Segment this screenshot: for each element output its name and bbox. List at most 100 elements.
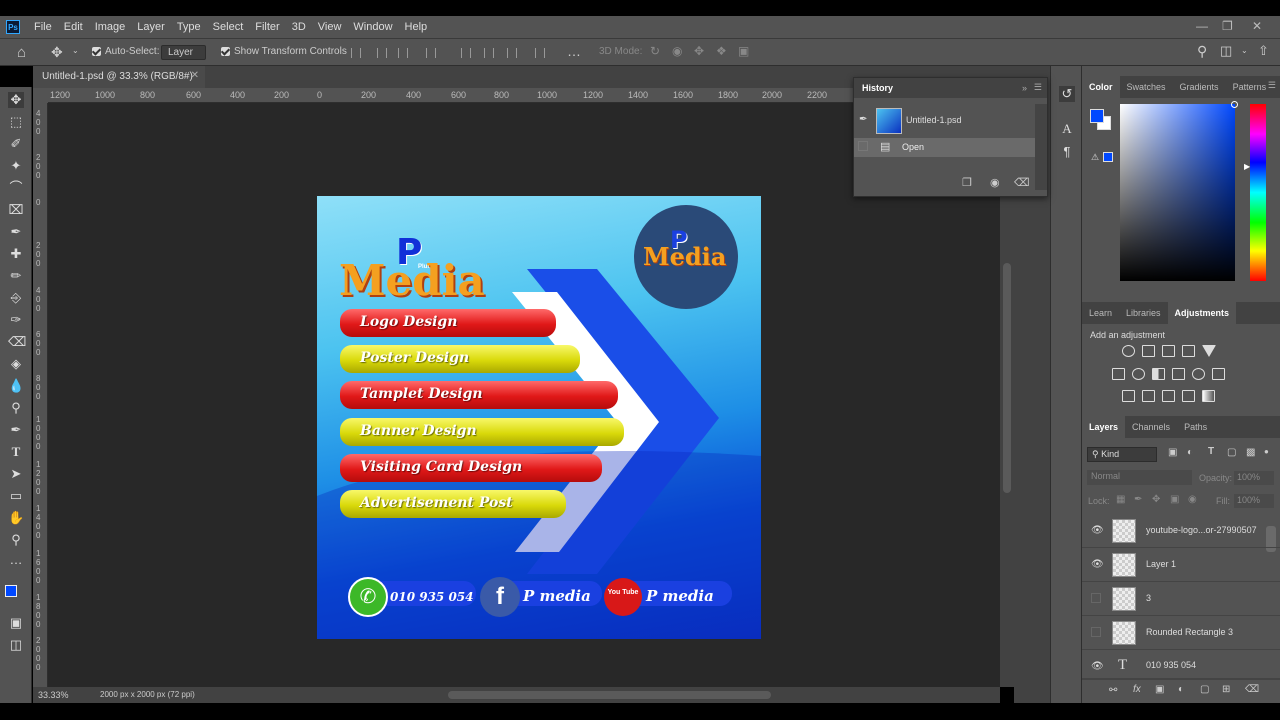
stamp-tool-icon[interactable]: ⎆ — [8, 290, 24, 306]
filter-adjustment-icon[interactable]: ◐ — [1187, 447, 1193, 458]
vibrance-icon[interactable] — [1202, 345, 1216, 357]
layer-row[interactable]: 👁 T 010 935 054 — [1082, 650, 1280, 680]
invert-icon[interactable] — [1122, 390, 1135, 402]
channel-mixer-icon[interactable] — [1192, 368, 1205, 380]
trash-icon[interactable]: ⌫ — [1014, 176, 1030, 189]
tab-libraries[interactable]: Libraries — [1119, 302, 1168, 324]
align-bottom-icon[interactable] — [507, 48, 517, 58]
color-picker-field[interactable] — [1120, 101, 1238, 281]
3d-orbit-icon[interactable]: ↻ — [650, 44, 660, 58]
align-middle-icon[interactable] — [484, 48, 494, 58]
color-balance-icon[interactable] — [1132, 368, 1145, 380]
brightness-contrast-icon[interactable] — [1122, 345, 1135, 357]
align-center-icon[interactable] — [377, 48, 387, 58]
eye-icon[interactable]: 👁 — [1091, 559, 1104, 571]
foreground-color-swatch[interactable] — [5, 585, 17, 597]
close-tab-icon[interactable]: ✕ — [191, 70, 199, 81]
search-icon[interactable]: ⚲ — [1197, 43, 1207, 60]
3d-roll-icon[interactable]: ◉ — [672, 44, 682, 58]
hand-tool-icon[interactable]: ✋ — [8, 510, 24, 526]
history-step-row[interactable]: ▤ Open — [854, 138, 1035, 157]
hue-slider-handle[interactable]: ▶ — [1244, 162, 1250, 171]
gamut-color-swatch[interactable] — [1103, 152, 1113, 162]
paragraph-panel-icon[interactable]: ¶ — [1059, 144, 1075, 160]
panel-menu-icon[interactable]: ☰ — [1034, 82, 1042, 93]
more-options-icon[interactable]: … — [567, 43, 581, 59]
out-of-gamut-warning-icon[interactable]: ⚠ — [1091, 152, 1099, 163]
marquee-tool-icon[interactable]: ⬚ — [8, 114, 24, 130]
color-lookup-icon[interactable] — [1212, 368, 1225, 380]
home-icon[interactable]: ⌂ — [17, 44, 26, 61]
tab-learn[interactable]: Learn — [1082, 302, 1119, 324]
filter-smart-object-icon[interactable]: ▩ — [1246, 447, 1255, 458]
tab-paths[interactable]: Paths — [1177, 416, 1214, 438]
healing-brush-tool-icon[interactable]: ✚ — [8, 246, 24, 262]
quick-mask-icon[interactable]: ▣ — [8, 615, 24, 631]
menu-view[interactable]: View — [312, 21, 348, 33]
type-tool-icon[interactable]: T — [8, 444, 24, 460]
chevron-down-icon[interactable]: ⌄ — [72, 46, 79, 55]
trash-icon[interactable]: ⌫ — [1245, 684, 1259, 695]
dodge-tool-icon[interactable]: ⚲ — [8, 400, 24, 416]
menu-3d[interactable]: 3D — [286, 21, 312, 33]
menu-file[interactable]: File — [28, 21, 58, 33]
artwork-canvas[interactable]: P Plus Media P Media Logo Design Poster … — [317, 196, 761, 639]
filter-type-icon[interactable]: T — [1208, 446, 1214, 457]
filter-pixel-icon[interactable]: ▣ — [1168, 447, 1177, 458]
auto-select-checkbox[interactable]: Auto-Select: — [92, 46, 159, 57]
zoom-tool-icon[interactable]: ⚲ — [8, 532, 24, 548]
camera-icon[interactable]: ◉ — [990, 176, 1000, 189]
eye-icon[interactable]: 👁 — [1091, 661, 1104, 673]
visibility-off-box[interactable] — [1091, 627, 1101, 637]
color-picker-cursor[interactable] — [1231, 101, 1238, 108]
vertical-ruler[interactable]: 4 0 0 2 0 0 0 2 0 0 4 0 0 6 0 0 8 0 0 1 … — [33, 103, 48, 687]
adjustment-layer-icon[interactable]: ◐ — [1178, 684, 1184, 695]
3d-pan-icon[interactable]: ✥ — [694, 44, 704, 58]
gradient-map-icon[interactable] — [1202, 390, 1215, 402]
blur-tool-icon[interactable]: 💧 — [8, 378, 24, 394]
visibility-off-box[interactable] — [1091, 593, 1101, 603]
link-layers-icon[interactable]: ⚯ — [1109, 685, 1117, 696]
magic-wand-tool-icon[interactable]: ✦ — [8, 158, 24, 174]
tab-color[interactable]: Color — [1082, 76, 1120, 98]
workspace-icon[interactable]: ◫ — [1220, 43, 1232, 59]
close-icon[interactable]: ✕ — [1252, 19, 1262, 33]
align-top-icon[interactable] — [461, 48, 471, 58]
layer-row[interactable]: Rounded Rectangle 3 — [1082, 616, 1280, 650]
new-document-from-state-icon[interactable]: ❐ — [962, 176, 972, 189]
eraser-tool-icon[interactable]: ⌫ — [8, 334, 26, 350]
lock-position-icon[interactable]: ✥ — [1152, 494, 1160, 505]
step-checkbox[interactable] — [858, 141, 868, 151]
curves-icon[interactable] — [1162, 345, 1175, 357]
show-transform-checkbox[interactable]: Show Transform Controls — [221, 46, 347, 57]
document-tab[interactable]: Untitled-1.psd @ 33.3% (RGB/8#) ✕ — [33, 66, 205, 88]
frame-tool-icon[interactable]: ⌧ — [8, 202, 24, 218]
move-tool-icon[interactable]: ✥ — [8, 92, 24, 108]
layer-row[interactable]: 👁 Layer 1 — [1082, 548, 1280, 582]
menu-layer[interactable]: Layer — [131, 21, 171, 33]
menu-window[interactable]: Window — [347, 21, 398, 33]
menu-help[interactable]: Help — [399, 21, 434, 33]
auto-select-target-dropdown[interactable]: Layer — [161, 45, 206, 60]
eyedropper-tool-icon[interactable]: ✒ — [8, 224, 24, 240]
tab-channels[interactable]: Channels — [1125, 416, 1177, 438]
pen-tool-icon[interactable]: ✒ — [8, 422, 24, 438]
posterize-icon[interactable] — [1142, 390, 1155, 402]
tab-gradients[interactable]: Gradients — [1173, 76, 1226, 98]
layer-name[interactable]: youtube-logo...or-27990507 — [1146, 525, 1257, 535]
group-folder-icon[interactable]: ▢ — [1200, 684, 1209, 695]
history-snapshot-row[interactable]: ✒ Untitled-1.psd — [854, 104, 1035, 138]
layer-name[interactable]: 010 935 054 — [1146, 660, 1196, 670]
opacity-input[interactable]: 100% — [1234, 471, 1274, 485]
history-panel-icon[interactable]: ↺ — [1059, 86, 1075, 102]
scroll-thumb[interactable] — [448, 691, 771, 699]
blend-mode-dropdown[interactable]: Normal — [1087, 470, 1192, 485]
black-white-icon[interactable] — [1152, 368, 1165, 380]
lock-image-icon[interactable]: ✒ — [1134, 494, 1142, 505]
new-layer-icon[interactable]: ⊞ — [1222, 684, 1230, 695]
photo-filter-icon[interactable] — [1172, 368, 1185, 380]
menu-image[interactable]: Image — [89, 21, 132, 33]
tab-adjustments[interactable]: Adjustments — [1167, 302, 1237, 324]
tab-swatches[interactable]: Swatches — [1120, 76, 1173, 98]
lock-artboard-icon[interactable]: ▣ — [1170, 494, 1179, 505]
